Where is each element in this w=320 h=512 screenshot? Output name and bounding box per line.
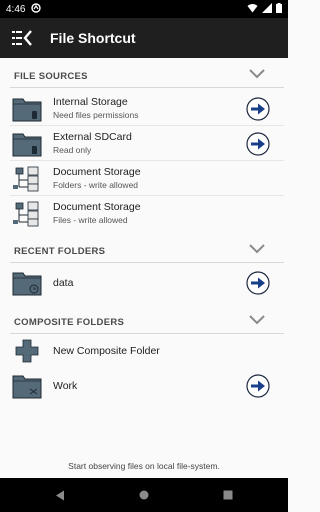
arrow-right-icon[interactable] xyxy=(246,132,270,156)
list-item-new-composite-folder[interactable]: New Composite Folder xyxy=(0,334,288,368)
folder-clock-icon xyxy=(12,272,42,296)
item-title: Document Storage xyxy=(53,166,141,178)
list-item-internal-storage[interactable]: Internal Storage Need files permissions xyxy=(0,92,288,126)
arrow-right-icon[interactable] xyxy=(246,374,270,398)
sync-status-icon xyxy=(31,2,42,16)
divider xyxy=(10,87,284,88)
item-title: Work xyxy=(53,380,78,392)
item-title: External SDCard xyxy=(53,131,132,143)
chevron-down-icon[interactable] xyxy=(248,241,266,255)
menu-back-icon[interactable] xyxy=(11,29,33,47)
item-title: data xyxy=(53,277,74,289)
app-bar: File Shortcut xyxy=(0,18,288,58)
arrow-right-icon[interactable] xyxy=(246,97,270,121)
app-title: File Shortcut xyxy=(50,30,136,46)
list-item-document-storage-files[interactable]: Document Storage Files - write allowed xyxy=(0,197,288,231)
item-title: Document Storage xyxy=(53,201,141,213)
arrow-right-icon[interactable] xyxy=(246,271,270,295)
status-bar: 4:46 xyxy=(0,0,288,18)
folder-sdcard-icon xyxy=(12,133,42,157)
divider xyxy=(10,262,284,263)
item-subtitle: Files - write allowed xyxy=(53,215,128,225)
home-icon[interactable] xyxy=(139,490,149,500)
folder-phone-icon xyxy=(12,98,42,122)
file-sources-header[interactable]: FILE SOURCES xyxy=(0,60,288,88)
document-tree-icon xyxy=(13,166,39,192)
navigation-bar xyxy=(0,478,288,512)
folder-shuffle-icon xyxy=(12,375,42,399)
document-tree-icon xyxy=(13,201,39,227)
plus-icon xyxy=(15,339,39,363)
list-item-external-sdcard[interactable]: External SDCard Read only xyxy=(0,127,288,161)
divider xyxy=(10,125,284,126)
wifi-icon xyxy=(247,3,258,16)
back-icon[interactable] xyxy=(55,490,65,501)
status-time: 4:46 xyxy=(6,3,26,15)
recent-folders-header[interactable]: RECENT FOLDERS xyxy=(0,235,288,263)
list-item-document-storage-folders[interactable]: Document Storage Folders - write allowed xyxy=(0,162,288,196)
item-subtitle: Read only xyxy=(53,145,92,155)
item-subtitle: Need files permissions xyxy=(53,110,139,120)
section-title: FILE SOURCES xyxy=(14,71,88,82)
section-title: RECENT FOLDERS xyxy=(14,246,106,257)
list-item-work[interactable]: Work xyxy=(0,369,288,403)
footer-status-text: Start observing files on local file-syst… xyxy=(68,461,220,471)
chevron-down-icon[interactable] xyxy=(248,312,266,326)
section-title: COMPOSITE FOLDERS xyxy=(14,317,125,328)
recents-icon[interactable] xyxy=(223,490,233,500)
content: FILE SOURCES Internal Storage Need files… xyxy=(0,58,288,478)
list-item-data[interactable]: data xyxy=(0,266,288,300)
divider xyxy=(10,160,284,161)
signal-icon xyxy=(262,2,272,16)
divider xyxy=(10,195,284,196)
item-title: Internal Storage xyxy=(53,96,128,108)
item-subtitle: Folders - write allowed xyxy=(53,180,139,190)
item-title: New Composite Folder xyxy=(53,345,160,357)
composite-folders-header[interactable]: COMPOSITE FOLDERS xyxy=(0,306,288,334)
battery-icon xyxy=(276,2,282,16)
chevron-down-icon[interactable] xyxy=(248,66,266,80)
